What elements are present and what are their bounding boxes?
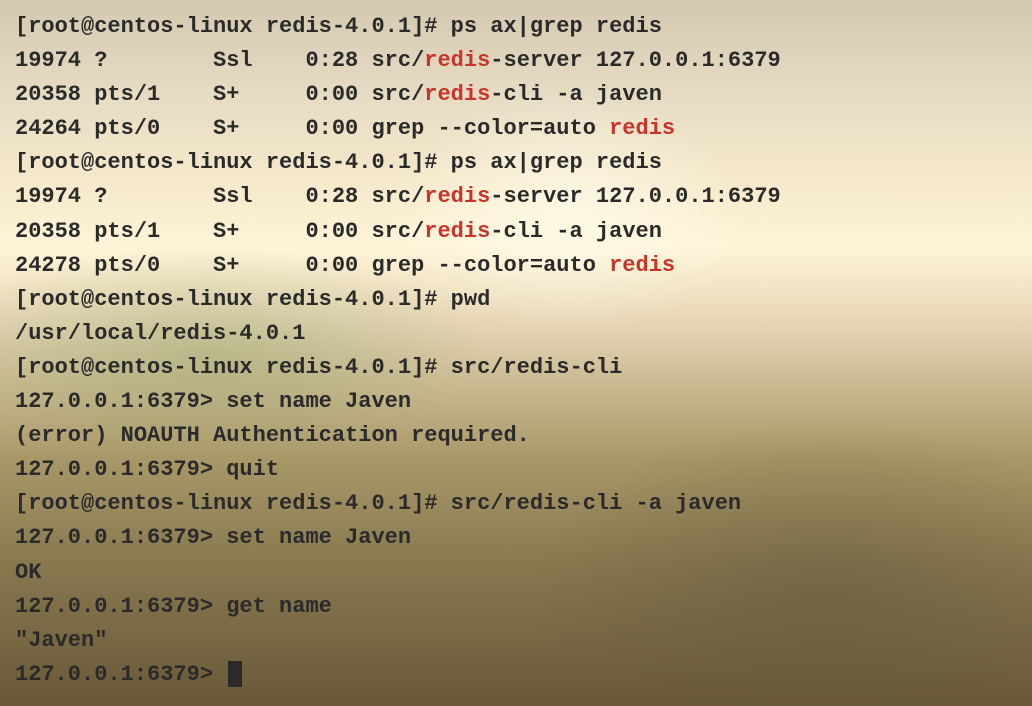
terminal-text: [root@centos-linux redis-4.0.1]# ps ax|g… <box>15 150 662 175</box>
terminal-text: 127.0.0.1:6379> quit <box>15 457 279 482</box>
terminal-line: [root@centos-linux redis-4.0.1]# src/red… <box>15 351 1017 385</box>
terminal-text: 24264 pts/0 S+ 0:00 grep --color=auto <box>15 116 609 141</box>
terminal-line: 127.0.0.1:6379> quit <box>15 453 1017 487</box>
terminal-text: 24278 pts/0 S+ 0:00 grep --color=auto <box>15 253 609 278</box>
terminal-text: "Javen" <box>15 628 107 653</box>
terminal-text: 127.0.0.1:6379> set name Javen <box>15 389 411 414</box>
grep-highlight: redis <box>424 82 490 107</box>
terminal-line: 20358 pts/1 S+ 0:00 src/redis-cli -a jav… <box>15 215 1017 249</box>
grep-highlight: redis <box>424 48 490 73</box>
terminal-line: 20358 pts/1 S+ 0:00 src/redis-cli -a jav… <box>15 78 1017 112</box>
terminal-line: [root@centos-linux redis-4.0.1]# ps ax|g… <box>15 146 1017 180</box>
terminal-line: /usr/local/redis-4.0.1 <box>15 317 1017 351</box>
terminal-text: -cli -a javen <box>490 82 662 107</box>
terminal-text: [root@centos-linux redis-4.0.1]# ps ax|g… <box>15 14 662 39</box>
terminal-text: [root@centos-linux redis-4.0.1]# src/red… <box>15 355 622 380</box>
terminal-text: 19974 ? Ssl 0:28 src/ <box>15 184 424 209</box>
cursor-icon[interactable] <box>228 661 242 687</box>
terminal-line: 127.0.0.1:6379> get name <box>15 590 1017 624</box>
terminal-line: 19974 ? Ssl 0:28 src/redis-server 127.0.… <box>15 44 1017 78</box>
terminal-line: [root@centos-linux redis-4.0.1]# src/red… <box>15 487 1017 521</box>
terminal-text: 127.0.0.1:6379> set name Javen <box>15 525 411 550</box>
grep-highlight: redis <box>424 184 490 209</box>
terminal-text: OK <box>15 560 41 585</box>
terminal-text: 19974 ? Ssl 0:28 src/ <box>15 48 424 73</box>
terminal-text: (error) NOAUTH Authentication required. <box>15 423 530 448</box>
terminal-line: 127.0.0.1:6379> set name Javen <box>15 521 1017 555</box>
terminal-line: (error) NOAUTH Authentication required. <box>15 419 1017 453</box>
terminal-line: [root@centos-linux redis-4.0.1]# ps ax|g… <box>15 10 1017 44</box>
grep-highlight: redis <box>609 253 675 278</box>
terminal-text: 20358 pts/1 S+ 0:00 src/ <box>15 82 424 107</box>
grep-highlight: redis <box>424 219 490 244</box>
terminal-prompt: 127.0.0.1:6379> <box>15 662 226 687</box>
terminal-line: "Javen" <box>15 624 1017 658</box>
terminal-window[interactable]: [root@centos-linux redis-4.0.1]# ps ax|g… <box>0 0 1032 702</box>
terminal-line: OK <box>15 556 1017 590</box>
terminal-text: 20358 pts/1 S+ 0:00 src/ <box>15 219 424 244</box>
grep-highlight: redis <box>609 116 675 141</box>
terminal-line: 127.0.0.1:6379> set name Javen <box>15 385 1017 419</box>
terminal-text: [root@centos-linux redis-4.0.1]# src/red… <box>15 491 741 516</box>
terminal-text: [root@centos-linux redis-4.0.1]# pwd <box>15 287 490 312</box>
terminal-text: -server 127.0.0.1:6379 <box>490 48 780 73</box>
terminal-line: 24278 pts/0 S+ 0:00 grep --color=auto re… <box>15 249 1017 283</box>
terminal-line: 24264 pts/0 S+ 0:00 grep --color=auto re… <box>15 112 1017 146</box>
terminal-text: 127.0.0.1:6379> get name <box>15 594 332 619</box>
terminal-line: [root@centos-linux redis-4.0.1]# pwd <box>15 283 1017 317</box>
terminal-line: 19974 ? Ssl 0:28 src/redis-server 127.0.… <box>15 180 1017 214</box>
terminal-text: /usr/local/redis-4.0.1 <box>15 321 305 346</box>
terminal-text: -server 127.0.0.1:6379 <box>490 184 780 209</box>
terminal-line: 127.0.0.1:6379> <box>15 658 1017 692</box>
terminal-text: -cli -a javen <box>490 219 662 244</box>
